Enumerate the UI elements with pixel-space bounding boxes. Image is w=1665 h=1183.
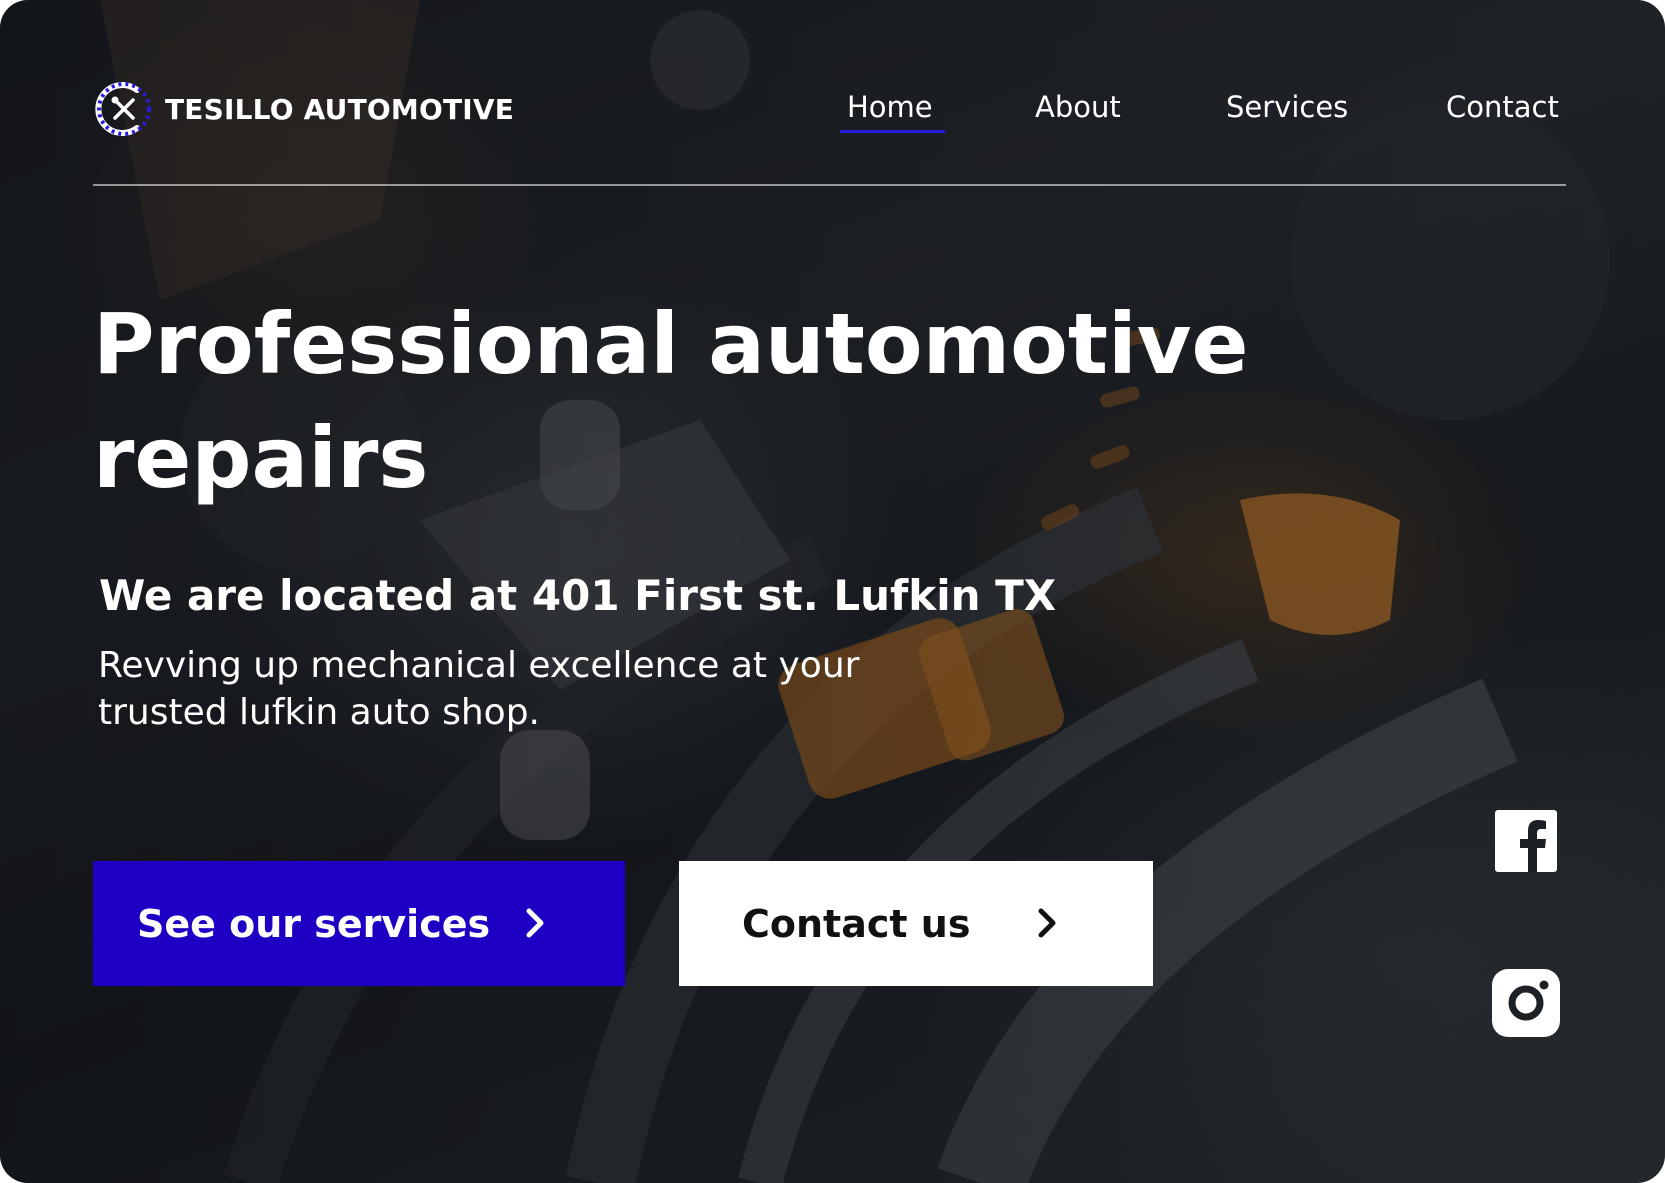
main-navigation: Home About Services Contact — [0, 90, 1665, 130]
instagram-icon[interactable] — [1492, 969, 1560, 1037]
hero-location: We are located at 401 First st. Lufkin T… — [99, 571, 1057, 620]
chevron-right-icon — [1038, 908, 1056, 938]
nav-item-home[interactable]: Home — [847, 90, 933, 124]
contact-us-label: Contact us — [742, 901, 971, 946]
nav-item-about[interactable]: About — [1035, 90, 1121, 124]
hero-headline: Professional automotive repairs — [93, 295, 1249, 507]
hero-tagline: Revving up mechanical excellence at your… — [98, 645, 860, 733]
facebook-icon[interactable] — [1495, 810, 1557, 872]
nav-active-indicator — [840, 130, 945, 133]
nav-item-services[interactable]: Services — [1226, 90, 1348, 124]
nav-item-contact[interactable]: Contact — [1446, 90, 1559, 124]
see-services-label: See our services — [137, 901, 491, 946]
chevron-right-icon — [526, 908, 544, 938]
see-services-button[interactable]: See our services — [93, 861, 625, 986]
contact-us-button[interactable]: Contact us — [679, 861, 1153, 986]
header-divider — [93, 184, 1566, 186]
